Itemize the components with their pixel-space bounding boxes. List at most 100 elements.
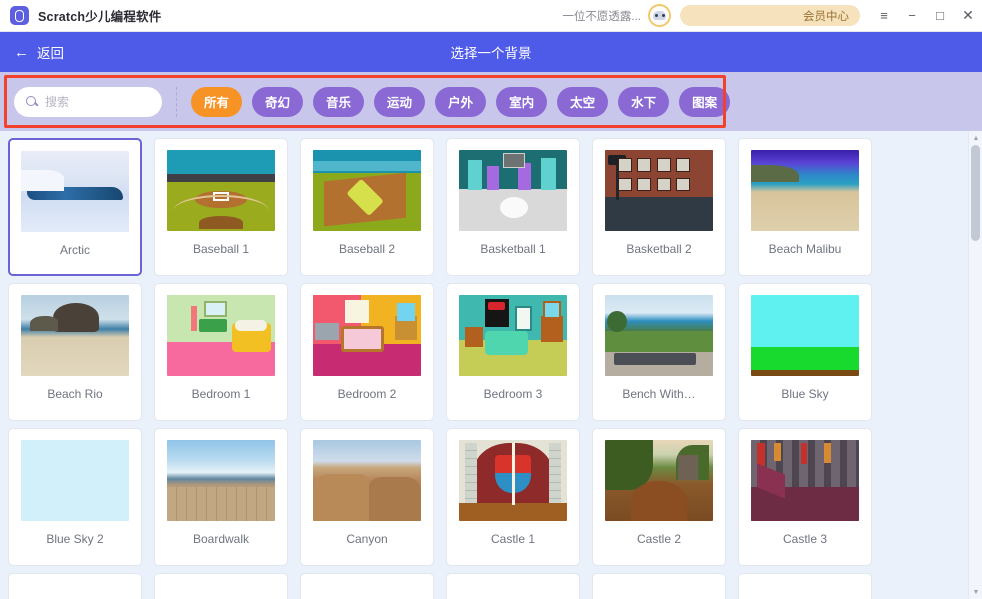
backdrop-thumbnail	[313, 295, 421, 376]
category-chip-label: 室内	[509, 92, 534, 111]
member-center-button[interactable]: 👍 会员中心	[680, 5, 860, 26]
vertical-scrollbar[interactable]: ▲ ▼	[968, 131, 982, 599]
maximize-icon[interactable]: □	[926, 0, 954, 32]
user-name-label: 一位不愿透露...	[562, 8, 641, 24]
category-chip-5[interactable]: 室内	[496, 87, 547, 117]
backdrop-thumbnail	[751, 295, 859, 376]
backdrop-card-label: Basketball 2	[626, 242, 691, 256]
backdrop-card[interactable]: Castle 1	[446, 428, 580, 566]
backdrop-card-label: Castle 2	[637, 532, 681, 546]
category-chip-label: 太空	[570, 92, 595, 111]
backdrop-card[interactable]: Canyon	[300, 428, 434, 566]
category-chip-label: 运动	[387, 92, 412, 111]
backdrop-thumbnail	[751, 440, 859, 521]
backdrop-card[interactable]: Bedroom 2	[300, 283, 434, 421]
backdrop-thumbnail	[459, 440, 567, 521]
title-bar: Scratch少儿编程软件 一位不愿透露... 👍 会员中心 ≡ − □ ✕	[0, 0, 982, 32]
backdrop-thumbnail	[167, 440, 275, 521]
backdrop-card-label: Blue Sky 2	[46, 532, 103, 546]
page-header: ← 返回 选择一个背景	[0, 32, 982, 72]
back-button-label: 返回	[37, 42, 64, 62]
title-bar-right: 一位不愿透露... 👍 会员中心 ≡ − □ ✕	[562, 0, 982, 32]
backdrop-thumbnail	[605, 150, 713, 231]
backdrop-thumbnail	[459, 150, 567, 231]
backdrop-thumbnail	[605, 295, 713, 376]
backdrop-thumbnail	[21, 585, 129, 599]
backdrop-card[interactable]	[154, 573, 288, 599]
backdrop-card[interactable]	[592, 573, 726, 599]
backdrop-card[interactable]: Blue Sky	[738, 283, 872, 421]
backdrop-card[interactable]: Beach Malibu	[738, 138, 872, 276]
category-chip-1[interactable]: 奇幻	[252, 87, 303, 117]
backdrop-card[interactable]	[8, 573, 142, 599]
user-avatar[interactable]	[648, 4, 671, 27]
category-chip-7[interactable]: 水下	[618, 87, 669, 117]
back-button[interactable]: ← 返回	[14, 42, 64, 62]
backdrop-card-label: Castle 3	[783, 532, 827, 546]
backdrop-thumbnail	[21, 151, 129, 232]
category-chip-2[interactable]: 音乐	[313, 87, 364, 117]
category-chip-label: 图案	[692, 92, 717, 111]
backdrop-card[interactable]: Castle 2	[592, 428, 726, 566]
backdrop-thumbnail	[605, 440, 713, 521]
backdrop-card[interactable]	[738, 573, 872, 599]
backdrop-card[interactable]: Castle 3	[738, 428, 872, 566]
backdrop-card[interactable]: Beach Rio	[8, 283, 142, 421]
backdrop-thumbnail	[167, 585, 275, 599]
category-chip-list: 所有 奇幻 音乐 运动 户外 室内 太空 水下 图案	[191, 87, 730, 117]
backdrop-card-label: Bedroom 3	[484, 387, 543, 401]
backdrop-thumbnail	[459, 585, 567, 599]
menu-icon[interactable]: ≡	[870, 0, 898, 32]
close-icon[interactable]: ✕	[954, 0, 982, 32]
backdrop-card-label: Basketball 1	[480, 242, 545, 256]
backdrop-card-label: Baseball 2	[339, 242, 395, 256]
window-controls: ≡ − □ ✕	[870, 0, 982, 32]
backdrop-card[interactable]	[446, 573, 580, 599]
backdrop-card[interactable]: Basketball 1	[446, 138, 580, 276]
category-chip-4[interactable]: 户外	[435, 87, 486, 117]
backdrop-thumbnail	[21, 440, 129, 521]
backdrop-card[interactable]: Boardwalk	[154, 428, 288, 566]
backdrop-card-label: Boardwalk	[193, 532, 249, 546]
app-title: Scratch少儿编程软件	[38, 6, 161, 25]
category-chip-0[interactable]: 所有	[191, 87, 242, 117]
backdrop-card-label: Bedroom 2	[338, 387, 397, 401]
search-icon	[26, 96, 38, 108]
category-chip-3[interactable]: 运动	[374, 87, 425, 117]
backdrop-card[interactable]: Basketball 2	[592, 138, 726, 276]
scratch-logo-icon	[10, 6, 29, 25]
backdrop-card[interactable]: Baseball 1	[154, 138, 288, 276]
filter-divider	[176, 87, 177, 117]
backdrop-card-label: Bedroom 1	[192, 387, 251, 401]
category-chip-label: 音乐	[326, 92, 351, 111]
backdrop-card[interactable]	[300, 573, 434, 599]
backdrop-card[interactable]: Bedroom 3	[446, 283, 580, 421]
minimize-icon[interactable]: −	[898, 0, 926, 32]
backdrop-card-label: Beach Rio	[47, 387, 102, 401]
backdrop-thumbnail	[459, 295, 567, 376]
backdrop-card[interactable]: Bench With…	[592, 283, 726, 421]
scroll-down-icon[interactable]: ▼	[969, 585, 982, 599]
page-title: 选择一个背景	[0, 42, 982, 62]
backdrop-card[interactable]: Arctic	[8, 138, 142, 276]
back-arrow-icon: ←	[14, 45, 29, 60]
backdrop-grid: ArcticBaseball 1 Baseball 2 Basketball 1 Ba…	[0, 131, 982, 599]
category-chip-label: 水下	[631, 92, 656, 111]
backdrop-card[interactable]: Baseball 2	[300, 138, 434, 276]
backdrop-card[interactable]: Bedroom 1	[154, 283, 288, 421]
category-chip-label: 奇幻	[265, 92, 290, 111]
backdrop-thumbnail	[751, 585, 859, 599]
backdrop-card-label: Blue Sky	[781, 387, 828, 401]
search-box[interactable]	[14, 87, 162, 117]
backdrop-card-label: Castle 1	[491, 532, 535, 546]
member-center-label: 会员中心	[803, 8, 849, 24]
search-input[interactable]	[45, 95, 150, 109]
scroll-up-icon[interactable]: ▲	[969, 131, 982, 145]
backdrop-card[interactable]: Blue Sky 2	[8, 428, 142, 566]
backdrop-card-label: Bench With…	[622, 387, 695, 401]
backdrop-thumbnail	[751, 150, 859, 231]
category-chip-label: 所有	[204, 92, 229, 111]
category-chip-8[interactable]: 图案	[679, 87, 730, 117]
category-chip-6[interactable]: 太空	[557, 87, 608, 117]
scrollbar-thumb[interactable]	[971, 145, 980, 241]
